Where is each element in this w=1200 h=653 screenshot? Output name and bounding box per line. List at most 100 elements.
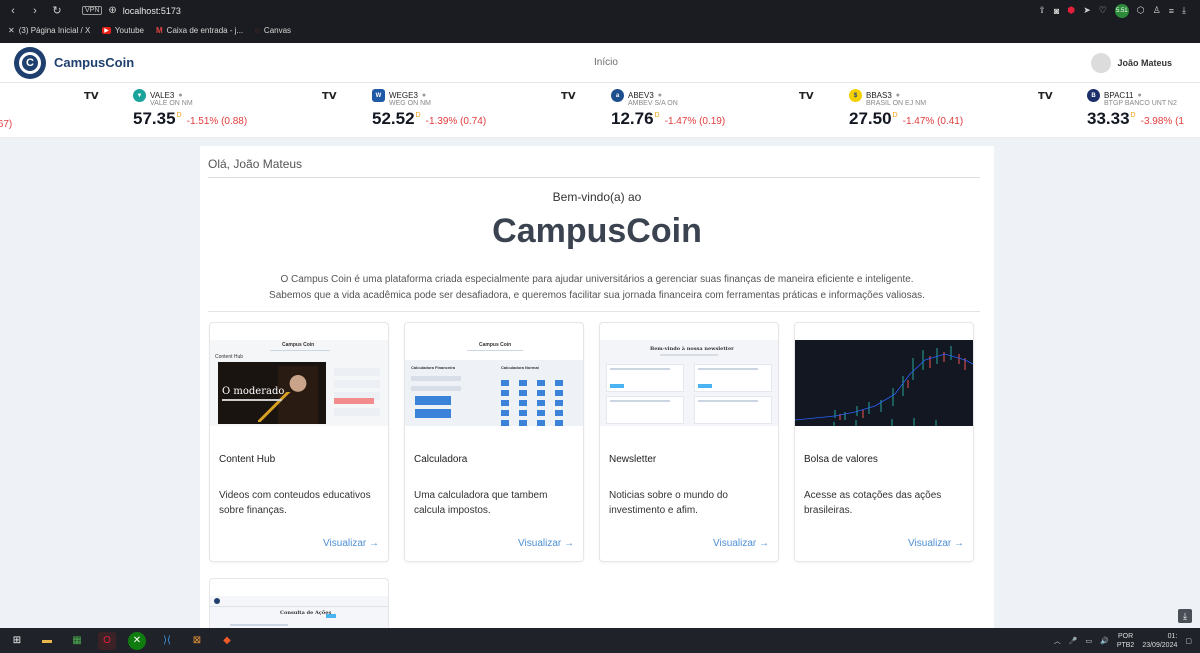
x-logo-icon: ✕ — [8, 26, 15, 35]
card-title: Bolsa de valores — [804, 454, 878, 465]
ticker-desc: AMBEV S/A ON — [628, 100, 678, 107]
mini-subtitle: Calculadora Normal — [501, 365, 539, 370]
download-icon[interactable]: ⤓ — [1182, 5, 1186, 16]
ticker-partial-change: .67) — [0, 119, 13, 130]
mini-subtitle: Content Hub — [215, 354, 244, 360]
clock-date: 23/09/2024 — [1142, 641, 1178, 649]
tradingview-logo-icon[interactable]: 𝗧𝗩 — [561, 91, 576, 102]
ticker-item[interactable]: ▼ VALE3 ● VALE ON NM 57.35 D -1.51% (0.88) — [133, 89, 247, 129]
view-link[interactable]: Visualizar → — [323, 538, 379, 549]
xampp-icon[interactable]: ⊠ — [188, 632, 206, 650]
stock-ticker: .67) 𝗧𝗩 ▼VALE3● VALE ON NM 57.35D-1.51% … — [0, 83, 1200, 138]
system-tray: ︿ 🎤 ▭ 🔊 POR PTB2 01: 23/09/2024 ▢ — [1054, 632, 1200, 650]
bookmark-gmail[interactable]: M Caixa de entrada - j... — [156, 26, 243, 35]
ticker-item[interactable]: a ABEV3 ● AMBEV S/A ON 12.76 D -1.47% (0.19) — [611, 89, 725, 129]
share-icon[interactable]: ⇪ — [1038, 5, 1046, 16]
ticker-desc: BTGP BANCO UNT N2 — [1104, 100, 1177, 107]
view-link[interactable]: Visualizar → — [908, 538, 964, 549]
brand-name[interactable]: CampusCoin — [54, 55, 134, 70]
video-thumbnail[interactable]: O moderado — [218, 362, 326, 424]
keyboard-layout: PTB2 — [1116, 641, 1135, 649]
nav-home-link[interactable]: Início — [594, 57, 618, 68]
card-newsletter[interactable]: Bem-vindo à nossa newsletter Newsletter … — [599, 322, 779, 562]
bookmark-x[interactable]: ✕ (3) Página Inicial / X — [8, 26, 90, 35]
mini-title: Campus Coin — [479, 342, 512, 348]
youtube-icon: ▶ — [102, 27, 111, 34]
btg-logo-icon: B — [1087, 89, 1100, 102]
card-calculator[interactable]: Campus Coin Calculadora Financeira Calcu… — [404, 322, 584, 562]
network-icon[interactable]: ▭ — [1085, 637, 1092, 645]
view-link[interactable]: Visualizar → — [518, 538, 574, 549]
ticker-item[interactable]: W WEGE3 ● WEG ON NM 52.52 D -1.39% (0.74) — [372, 89, 486, 129]
profile-icon[interactable]: ♙ — [1153, 5, 1161, 16]
calculator-preview-image: Campus Coin Calculadora Financeira Calcu… — [405, 340, 583, 426]
campuscoin-logo-icon[interactable]: C — [14, 46, 46, 79]
store-icon[interactable]: ▦ — [68, 632, 86, 650]
main-container: Olá, João Mateus Bem-vindo(a) ao CampusC… — [200, 146, 994, 628]
bookmark-youtube[interactable]: ▶ Youtube — [102, 26, 144, 35]
back-icon[interactable]: ‹ — [4, 5, 22, 17]
card-description: Acesse as cotações das ações brasileiras… — [804, 490, 942, 516]
send-icon[interactable]: ➤ — [1083, 5, 1091, 16]
ticker-change: -1.47% (0.41) — [902, 116, 964, 127]
stock-lookup-preview-image: Consulta de Ações — [210, 596, 388, 628]
vscode-icon[interactable]: ⟩⟨ — [158, 632, 176, 650]
extension-badge[interactable]: 5.51 — [1114, 3, 1129, 18]
avatar[interactable] — [1091, 52, 1112, 73]
heart-icon[interactable]: ♡ — [1099, 5, 1107, 16]
bookmark-label: Canvas — [263, 26, 292, 35]
forward-icon[interactable]: › — [26, 5, 44, 17]
git-icon[interactable]: ◆ — [218, 632, 236, 650]
mini-divider — [467, 350, 523, 351]
microphone-icon[interactable]: 🎤 — [1069, 637, 1078, 645]
user-menu[interactable]: João Mateus — [1091, 52, 1186, 73]
ticker-price: 57.35 — [133, 109, 176, 128]
ticker-change: -1.51% (0.88) — [186, 116, 248, 127]
vpn-badge[interactable]: VPN — [82, 6, 103, 15]
bookmark-label: Youtube — [114, 26, 144, 35]
ticker-change: -1.47% (0.19) — [664, 116, 726, 127]
cube-icon[interactable]: ⬡ — [1137, 5, 1145, 16]
vale-logo-icon: ▼ — [133, 89, 146, 102]
card-title: Content Hub — [219, 454, 276, 465]
volume-icon[interactable]: 🔊 — [1100, 637, 1109, 645]
ticker-symbol: BBAS3 — [866, 91, 892, 100]
bb-logo-icon: $ — [849, 89, 862, 102]
tradingview-logo-icon[interactable]: 𝗧𝗩 — [322, 91, 337, 102]
opera-icon[interactable]: O — [98, 631, 116, 650]
candlestick-chart-icon — [795, 340, 973, 426]
mini-title: Consulta de Ações — [280, 610, 332, 616]
shield-icon[interactable]: ⬢ — [1067, 5, 1075, 16]
card-content-hub[interactable]: Campus Coin Content Hub O moderado Conte… — [209, 322, 389, 562]
ticker-change: -1.39% (0.74) — [425, 116, 487, 127]
site-info-icon[interactable]: ⊕ — [108, 5, 116, 16]
chevron-up-icon[interactable]: ︿ — [1054, 636, 1061, 646]
file-explorer-icon[interactable]: ▬ — [38, 632, 56, 650]
language-indicator[interactable]: POR PTB2 — [1117, 632, 1135, 650]
ticker-price: 27.50 — [849, 109, 892, 128]
ticker-item[interactable]: $ BBAS3 ● BRASIL ON EJ NM 27.50 D -1.47% (0.… — [849, 89, 963, 129]
tradingview-logo-icon[interactable]: 𝗧𝗩 — [84, 91, 99, 102]
download-icon[interactable]: ⤓ — [1178, 609, 1192, 623]
ticker-item[interactable]: B BPAC11 ● BTGP BANCO UNT N2 33.33 D -3.98% … — [1087, 89, 1184, 129]
welcome-text: Bem-vindo(a) ao — [552, 190, 642, 204]
reload-icon[interactable]: ↻ — [48, 4, 66, 17]
tradingview-logo-icon[interactable]: 𝗧𝗩 — [799, 91, 814, 102]
campuscoin-logo-icon — [214, 598, 220, 604]
view-link[interactable]: Visualizar → — [713, 538, 769, 549]
mini-title: Bem-vindo à nossa newsletter — [650, 346, 734, 352]
bookmark-canvas[interactable]: ◌ Canvas — [255, 26, 291, 35]
ticker-desc: WEG ON NM — [389, 100, 431, 107]
windows-start-icon[interactable]: ⊞ — [8, 632, 26, 650]
clock[interactable]: 01: 23/09/2024 — [1142, 632, 1177, 650]
card-stock-lookup[interactable]: Consulta de Ações — [209, 578, 389, 628]
camera-icon[interactable]: ◙ — [1054, 6, 1059, 16]
menu-icon[interactable]: ≡ — [1169, 6, 1174, 16]
notification-icon[interactable]: ▢ — [1185, 637, 1192, 645]
xbox-icon[interactable]: ✕ — [128, 631, 146, 650]
address-bar[interactable]: localhost:5173 — [123, 6, 181, 16]
card-stock-market[interactable]: Bolsa de valores Acesse as cotações das … — [794, 322, 974, 562]
ticker-symbol: WEGE3 — [389, 91, 418, 100]
mini-divider — [270, 350, 330, 351]
tradingview-logo-icon[interactable]: 𝗧𝗩 — [1038, 91, 1053, 102]
